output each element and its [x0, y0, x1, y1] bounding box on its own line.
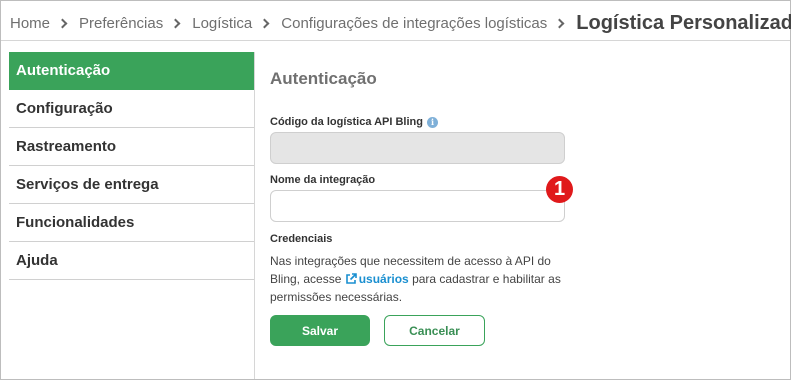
- breadcrumb-configuracoes[interactable]: Configurações de integrações logísticas: [281, 15, 547, 32]
- external-link-icon: [345, 273, 357, 284]
- sidebar-item-funcionalidades[interactable]: Funcionalidades: [9, 204, 254, 242]
- window-frame: Home Preferências Logística Configuraçõe…: [0, 0, 791, 380]
- credentials-help-text: Nas integrações que necessitem de acesso…: [270, 252, 575, 306]
- code-field-label: Código da logística API Bling i: [270, 116, 438, 128]
- sidebar: Autenticação Configuração Rastreamento S…: [9, 52, 254, 280]
- integration-name-input[interactable]: [270, 190, 565, 222]
- credentials-label: Credenciais: [270, 233, 333, 245]
- code-field-label-text: Código da logística API Bling: [270, 116, 423, 128]
- breadcrumb: Home Preferências Logística Configuraçõe…: [10, 8, 791, 38]
- chevron-right-icon: [170, 18, 181, 28]
- info-icon[interactable]: i: [427, 116, 438, 128]
- sidebar-divider: [254, 52, 255, 379]
- save-button[interactable]: Salvar: [270, 315, 370, 346]
- sidebar-item-servicos-de-entrega[interactable]: Serviços de entrega: [9, 166, 254, 204]
- usuarios-link[interactable]: usuários: [345, 272, 409, 286]
- breadcrumb-logistica[interactable]: Logística: [192, 15, 252, 32]
- chevron-right-icon: [57, 18, 68, 28]
- header-divider: [1, 40, 790, 41]
- breadcrumb-home[interactable]: Home: [10, 15, 50, 32]
- breadcrumb-preferencias[interactable]: Preferências: [79, 15, 163, 32]
- section-title: Autenticação: [270, 69, 377, 88]
- name-field-label: Nome da integração: [270, 174, 376, 186]
- sidebar-item-autenticacao[interactable]: Autenticação: [9, 52, 254, 90]
- chevron-right-icon: [554, 18, 565, 28]
- sidebar-item-configuracao[interactable]: Configuração: [9, 90, 254, 128]
- code-field-input: [270, 132, 565, 164]
- usuarios-link-label: usuários: [358, 272, 409, 286]
- chevron-right-icon: [259, 18, 270, 28]
- page-title: Logística Personalizada: [576, 11, 791, 34]
- step-number-badge: 1: [546, 176, 573, 203]
- cancel-button[interactable]: Cancelar: [384, 315, 485, 346]
- sidebar-item-ajuda[interactable]: Ajuda: [9, 242, 254, 280]
- sidebar-item-rastreamento[interactable]: Rastreamento: [9, 128, 254, 166]
